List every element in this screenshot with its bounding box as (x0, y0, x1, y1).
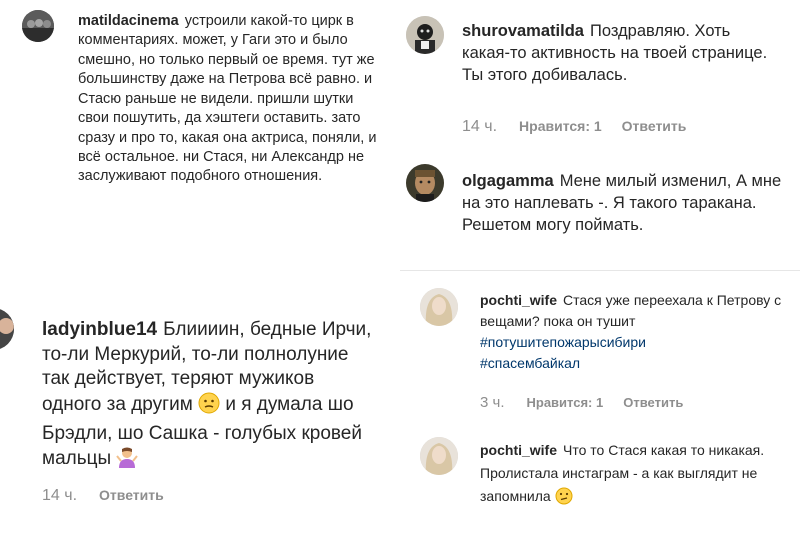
avatar-image (406, 164, 444, 202)
person-shrugging-icon (116, 446, 139, 476)
comment-olgagamma: olgagamma Мене милый изменил, А мне на эт… (400, 150, 800, 265)
comment-time: 3 ч. (480, 394, 505, 411)
comment-pochti-wife-2: pochti_wife Что то Стася какая то никакая… (400, 425, 800, 533)
username[interactable]: pochti_wife (480, 442, 557, 458)
comment-pochti-wife-1: pochti_wife Стася уже переехала к Петрову… (400, 278, 800, 418)
comment-text: pochti_wife Стася уже переехала к Петрову… (480, 290, 790, 374)
comment-time: 14 ч. (462, 118, 498, 135)
avatar[interactable] (420, 437, 458, 475)
comment-text: pochti_wife Что то Стася какая то никакая… (480, 439, 790, 512)
thinking-face-icon (198, 392, 220, 422)
reply-button[interactable]: Ответить (623, 395, 683, 410)
comment-shurovamatilda: shurovamatilda Поздравляю. Хоть какая-то … (400, 0, 800, 150)
comment-meta: 14 ч. Нравится: 1 Ответить (462, 118, 686, 136)
avatar[interactable] (22, 10, 54, 42)
username[interactable]: matildacinema (78, 13, 179, 29)
avatar[interactable] (420, 288, 458, 326)
avatar-image (22, 10, 54, 42)
likes-count-button[interactable]: Нравится: 1 (527, 395, 604, 410)
comment-matildacinema: matildacinema устроили какой-то цирк в ко… (0, 0, 400, 270)
comment-body: устроили какой-то цирк в комментариях. м… (78, 13, 377, 185)
avatar-image (420, 288, 458, 326)
reply-button[interactable]: Ответить (622, 118, 687, 134)
username[interactable]: shurovamatilda (462, 22, 584, 40)
avatar[interactable] (406, 164, 444, 202)
comment-time: 14 ч. (42, 487, 78, 504)
avatar-image (406, 16, 444, 54)
comment-text: shurovamatilda Поздравляю. Хоть какая-то … (462, 20, 782, 86)
hashtag-link[interactable]: #спасембайкал (480, 355, 580, 371)
comment-text: olgagamma Мене милый изменил, А мне на эт… (462, 170, 792, 236)
avatar-image (0, 308, 14, 350)
comment-meta: 3 ч. Нравится: 1 Ответить (480, 394, 683, 411)
avatar[interactable] (406, 16, 444, 54)
likes-count-button[interactable]: Нравится: 1 (519, 118, 602, 134)
comment-text: ladyinblue14 Блиииин, бедные Ирчи, то-ли … (42, 318, 377, 476)
avatar-image (420, 437, 458, 475)
comment-meta: 14 ч. Ответить (42, 487, 164, 505)
username[interactable]: ladyinblue14 (42, 319, 157, 340)
reply-button[interactable]: Ответить (99, 487, 164, 503)
confused-face-icon (555, 487, 573, 512)
username[interactable]: olgagamma (462, 172, 554, 190)
avatar[interactable] (0, 308, 14, 350)
divider (400, 270, 800, 271)
comment-ladyinblue14: ladyinblue14 Блиииин, бедные Ирчи, то-ли … (0, 290, 400, 533)
username[interactable]: pochti_wife (480, 292, 557, 308)
hashtag-link[interactable]: #потушитепожарысибири (480, 334, 646, 350)
comment-text: matildacinema устроили какой-то цирк в ко… (78, 12, 378, 187)
